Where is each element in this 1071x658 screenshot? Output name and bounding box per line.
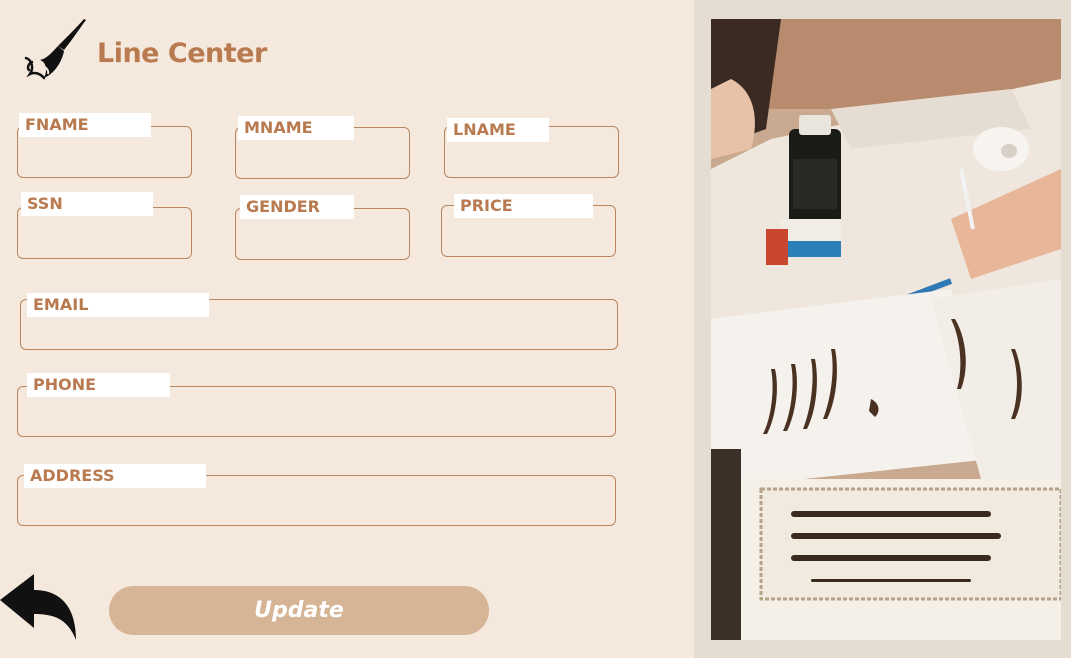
fname-input[interactable]	[26, 147, 183, 171]
paintbrush-icon	[22, 18, 90, 80]
back-arrow-icon[interactable]	[0, 570, 80, 642]
gender-input[interactable]	[244, 229, 401, 253]
lname-label: LNAME	[447, 118, 549, 142]
email-input[interactable]	[29, 319, 609, 343]
mname-input[interactable]	[244, 148, 401, 172]
address-input[interactable]	[26, 495, 607, 519]
ssn-label: SSN	[21, 192, 153, 216]
email-label: EMAIL	[27, 293, 209, 317]
calligraphy-photo	[711, 19, 1061, 640]
price-input[interactable]	[450, 226, 607, 250]
fname-label: FNAME	[19, 113, 151, 137]
update-button[interactable]: Update	[109, 586, 489, 635]
lname-input[interactable]	[453, 147, 610, 171]
price-label: PRICE	[454, 194, 593, 218]
phone-input[interactable]	[26, 406, 607, 430]
address-label: ADDRESS	[24, 464, 206, 488]
phone-label: PHONE	[27, 373, 170, 397]
ssn-input[interactable]	[26, 228, 183, 252]
gender-label: GENDER	[240, 195, 354, 219]
app-title: Line Center	[97, 38, 267, 69]
mname-label: MNAME	[238, 116, 354, 140]
